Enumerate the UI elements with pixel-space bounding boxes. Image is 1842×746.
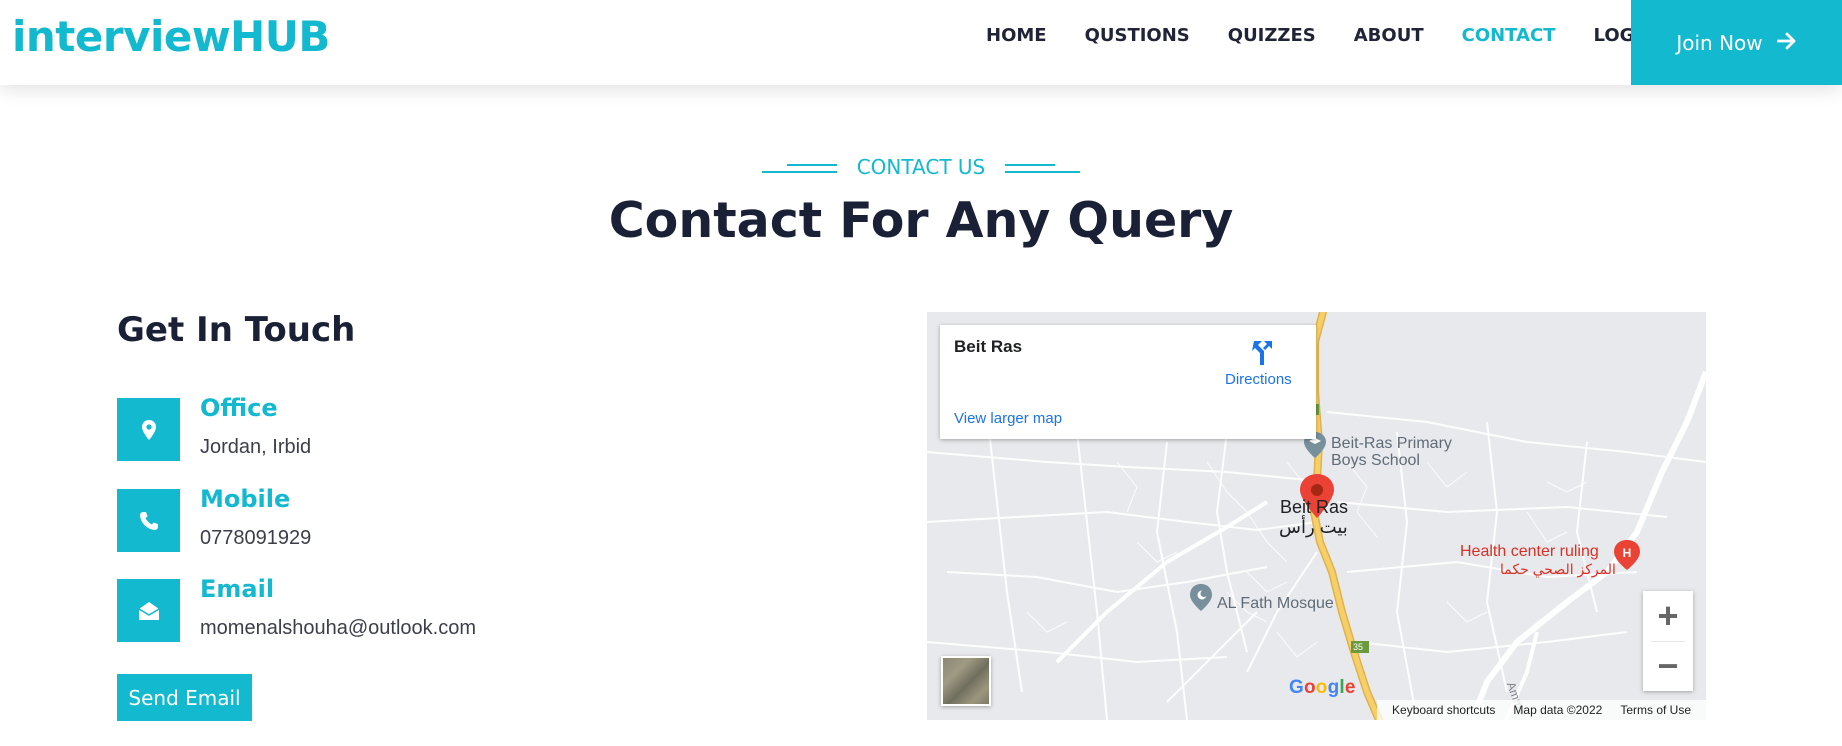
nav-questions[interactable]: QUSTIONS — [1085, 24, 1190, 48]
join-now-button[interactable]: Join Now — [1631, 0, 1842, 85]
get-in-touch-heading: Get In Touch — [117, 310, 356, 350]
main-nav: HOME QUSTIONS QUIZZES ABOUT CONTACT LOGI… — [986, 24, 1694, 48]
svg-text:H: H — [1623, 546, 1632, 560]
map-label-school-1: Beit-Ras Primary — [1331, 435, 1452, 452]
embedded-map[interactable]: H Beit Ras Directions View larger map Be… — [927, 312, 1706, 720]
map-pin-icon — [117, 398, 180, 461]
join-now-label: Join Now — [1676, 30, 1763, 55]
map-label-town-arabic: بيت رأس — [1279, 517, 1348, 537]
google-logo: Google — [1289, 677, 1356, 698]
zoom-out-button[interactable]: − — [1643, 641, 1693, 691]
map-label-town: Beit Ras — [1280, 497, 1349, 517]
nav-contact[interactable]: CONTACT — [1462, 24, 1556, 48]
terms-link[interactable]: Terms of Use — [1620, 703, 1691, 717]
nav-about[interactable]: ABOUT — [1354, 24, 1424, 48]
mobile-label: Mobile — [200, 485, 291, 513]
directions-link[interactable]: Directions — [1225, 371, 1292, 388]
keyboard-shortcuts-link[interactable]: Keyboard shortcuts — [1392, 703, 1495, 717]
subtitle-decoration-left — [761, 162, 837, 173]
satellite-view-toggle[interactable] — [941, 656, 991, 706]
directions-icon[interactable] — [1248, 337, 1278, 367]
contact-email: Email momenalshouha@outlook.com — [117, 575, 617, 643]
phone-icon — [117, 489, 180, 552]
map-label-health: Health center ruling — [1460, 543, 1599, 560]
envelope-open-icon — [117, 579, 180, 642]
map-zoom-controls: + − — [1643, 591, 1693, 691]
zoom-in-button[interactable]: + — [1643, 591, 1693, 641]
map-info-card: Beit Ras Directions View larger map — [940, 325, 1316, 439]
road-shield-label-1: 35 — [1306, 405, 1317, 415]
office-label: Office — [200, 394, 278, 422]
contact-mobile: Mobile 0778091929 — [117, 485, 617, 553]
view-larger-map-link[interactable]: View larger map — [954, 410, 1062, 427]
road-shield-label-2: 35 — [1353, 642, 1364, 652]
contact-office: Office Jordan, Irbid — [117, 394, 617, 462]
page-title: Contact For Any Query — [608, 192, 1234, 249]
subtitle-text: CONTACT US — [856, 155, 986, 179]
office-value: Jordan, Irbid — [200, 436, 312, 458]
map-label-health-arabic: المركز الصحي حكما — [1500, 561, 1616, 577]
map-label-mosque: AL Fath Mosque — [1217, 595, 1334, 612]
arrow-right-icon — [1776, 31, 1797, 55]
nav-quizzes[interactable]: QUIZZES — [1228, 24, 1316, 48]
mobile-value: 0778091929 — [200, 527, 312, 549]
subtitle-decoration-right — [1005, 162, 1081, 173]
navbar: interviewHUB HOME QUSTIONS QUIZZES ABOUT… — [0, 0, 1842, 85]
email-value: momenalshouha@outlook.com — [200, 617, 477, 639]
logo[interactable]: interviewHUB — [12, 12, 330, 61]
email-label: Email — [200, 575, 275, 603]
map-data-text: Map data ©2022 — [1513, 703, 1603, 717]
map-attribution: Keyboard shortcuts Map data ©2022 Terms … — [1377, 700, 1706, 720]
section-subtitle: CONTACT US — [0, 155, 1842, 179]
map-place-name: Beit Ras — [954, 337, 1023, 356]
send-email-button[interactable]: Send Email — [117, 674, 252, 721]
nav-home[interactable]: HOME — [986, 24, 1047, 48]
map-label-school-2: Boys School — [1331, 452, 1420, 469]
